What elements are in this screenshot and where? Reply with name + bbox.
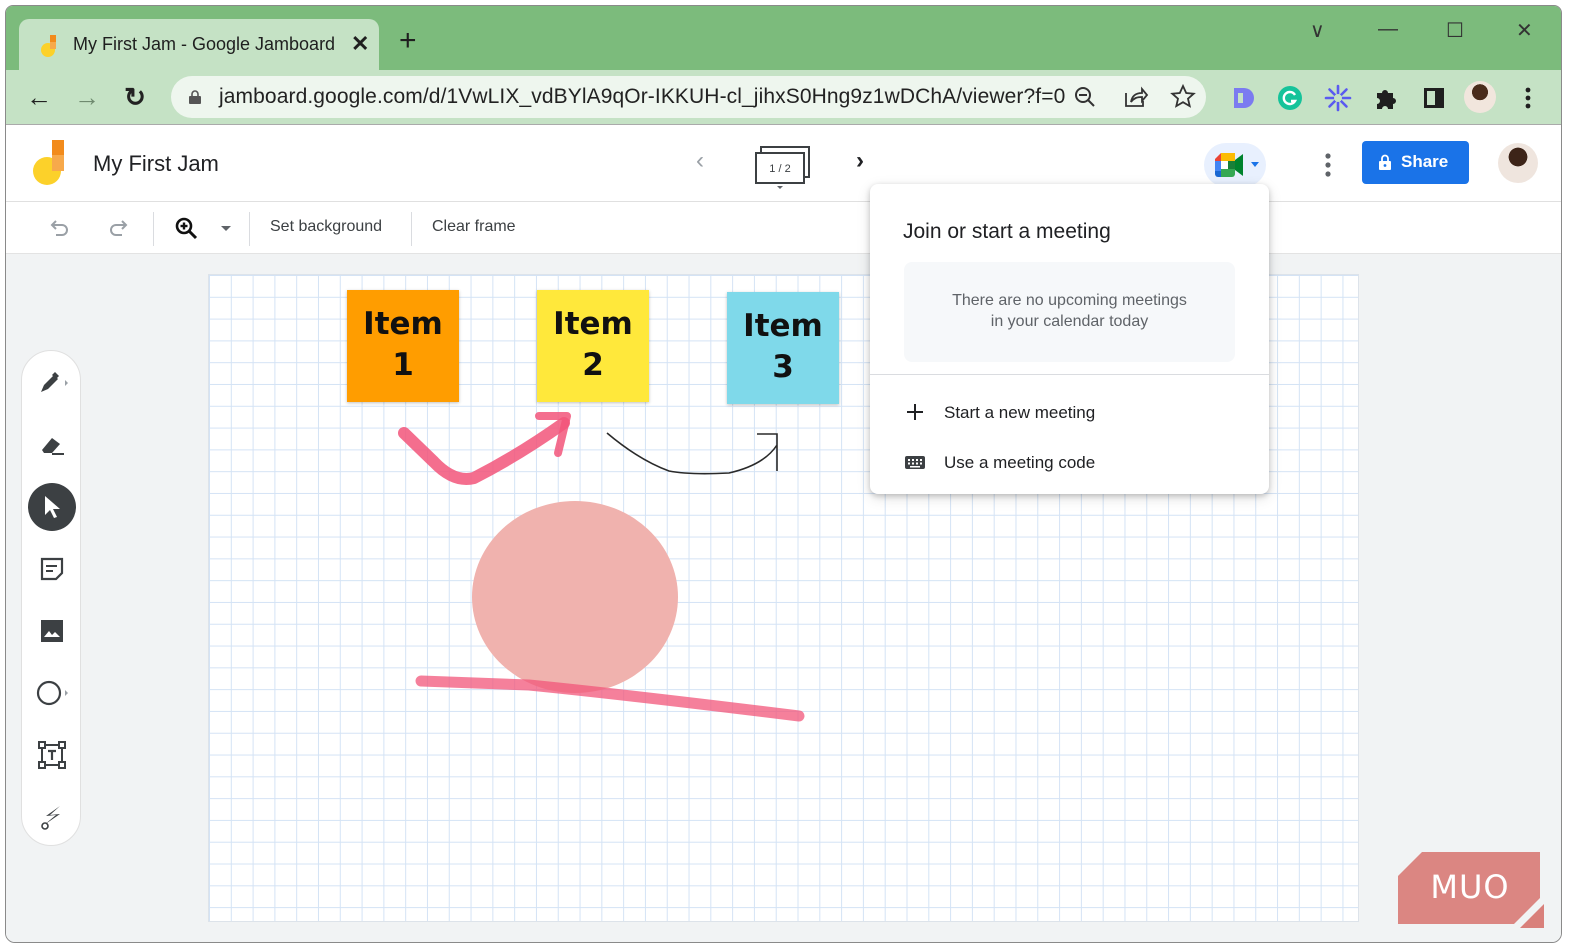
shape-tool[interactable] xyxy=(28,669,76,717)
sparkle-extension-icon[interactable] xyxy=(1324,84,1352,112)
google-meet-icon xyxy=(1215,153,1243,177)
share-page-icon[interactable] xyxy=(1121,83,1149,111)
account-avatar[interactable] xyxy=(1498,143,1538,183)
meet-popup-title: Join or start a meeting xyxy=(903,220,1111,243)
close-window-button[interactable]: ✕ xyxy=(1516,18,1533,43)
tab-title: My First Jam - Google Jamboard xyxy=(73,34,336,54)
watermark-text: MUO xyxy=(1430,868,1509,906)
reload-button[interactable]: ↻ xyxy=(120,82,150,112)
profile-avatar[interactable] xyxy=(1464,81,1496,113)
select-tool[interactable] xyxy=(28,483,76,531)
zoom-icon[interactable] xyxy=(1071,83,1099,111)
pen-tool[interactable] xyxy=(28,359,76,407)
eraser-icon xyxy=(42,438,64,455)
sticky-line: Item xyxy=(553,306,633,342)
browser-tab[interactable]: My First Jam - Google Jamboard ✕ xyxy=(19,19,379,71)
zoom-in-icon[interactable] xyxy=(174,216,198,240)
black-arrow-stroke[interactable] xyxy=(606,432,778,475)
back-button[interactable]: ← xyxy=(24,82,54,112)
meet-dropdown-caret-icon xyxy=(1251,162,1259,167)
puzzle-icon[interactable] xyxy=(1372,84,1400,112)
pen-icon xyxy=(41,372,68,392)
title-bar: My First Jam - Google Jamboard ✕ + ∨ — ☐… xyxy=(6,6,1561,71)
no-meetings-message: There are no upcoming meetings in your c… xyxy=(904,262,1235,362)
toolbar-divider xyxy=(249,212,250,246)
image-tool[interactable] xyxy=(28,607,76,655)
navigation-bar: ← → ↻ jamboard.google.com/d/1VwLIX_vdBYl… xyxy=(6,70,1561,125)
eraser-tool[interactable] xyxy=(28,421,76,469)
use-meeting-code-label: Use a meeting code xyxy=(944,453,1096,472)
laser-pointer-icon xyxy=(41,806,60,830)
kebab-menu-icon[interactable] xyxy=(1514,84,1542,112)
sticky-line: 2 xyxy=(582,347,604,383)
sticky-line: Item xyxy=(743,308,823,344)
url-text[interactable]: jamboard.google.com/d/1VwLIX_vdBYlA9qOr-… xyxy=(219,85,1065,109)
pink-line-stroke[interactable] xyxy=(415,675,805,722)
sticky-line: 1 xyxy=(392,347,414,383)
sticky-line: Item xyxy=(363,306,443,342)
no-meetings-line: in your calendar today xyxy=(990,313,1149,330)
jamboard-favicon-icon xyxy=(41,35,56,57)
share-label: Share xyxy=(1401,152,1449,171)
canvas-area: Item 1 Item 2 Item 3 xyxy=(6,254,1561,942)
sticky-note-tool[interactable] xyxy=(28,545,76,593)
text-box-tool[interactable] xyxy=(28,731,76,779)
meet-dropdown-menu: Join or start a meeting There are no upc… xyxy=(870,184,1269,494)
lock-icon xyxy=(1379,154,1391,170)
toolbar-divider xyxy=(153,212,154,246)
side-toolbar xyxy=(21,350,81,846)
clear-frame-button[interactable]: Clear frame xyxy=(432,218,516,236)
keyboard-icon xyxy=(905,456,925,469)
maximize-button[interactable]: ☐ xyxy=(1446,18,1464,43)
sticky-note[interactable]: Item 2 xyxy=(537,290,649,402)
cursor-arrow-icon xyxy=(45,496,60,518)
laser-tool[interactable] xyxy=(28,793,76,841)
menu-divider xyxy=(870,374,1269,375)
browser-window: My First Jam - Google Jamboard ✕ + ∨ — ☐… xyxy=(5,5,1562,943)
share-button[interactable]: Share xyxy=(1362,141,1469,184)
sticky-note[interactable]: Item 3 xyxy=(727,292,839,404)
previous-frame-button[interactable]: ‹ xyxy=(696,147,704,175)
use-meeting-code-item[interactable]: Use a meeting code xyxy=(870,440,1269,486)
start-new-meeting-item[interactable]: Start a new meeting xyxy=(870,390,1269,436)
frame-indicator: 1 / 2 xyxy=(769,163,790,175)
no-meetings-line: There are no upcoming meetings xyxy=(952,292,1187,309)
pink-arrow-stroke[interactable] xyxy=(398,417,570,485)
circle-shape-icon xyxy=(36,680,68,706)
new-tab-button[interactable]: + xyxy=(399,26,417,56)
start-new-meeting-label: Start a new meeting xyxy=(944,403,1096,422)
sticky-line: 3 xyxy=(772,349,794,385)
meet-button[interactable] xyxy=(1204,143,1266,187)
tab-search-icon[interactable]: ∨ xyxy=(1310,18,1325,43)
sticky-note-icon xyxy=(40,557,64,581)
zoom-dropdown-icon[interactable] xyxy=(214,216,238,240)
editing-toolbar: Set background Clear frame xyxy=(6,202,1561,254)
side-panel-icon[interactable] xyxy=(1420,84,1448,112)
muo-watermark-logo: MUO xyxy=(1398,852,1544,928)
minimize-button[interactable]: — xyxy=(1378,18,1398,41)
forward-button[interactable]: → xyxy=(72,82,102,112)
circle-shape[interactable] xyxy=(472,501,678,693)
jamboard-header: My First Jam ‹ 1 / 2 › Share xyxy=(6,125,1561,202)
toolbar-divider xyxy=(411,212,412,246)
pink-arrowhead-stroke[interactable] xyxy=(535,412,571,457)
d-extension-icon[interactable] xyxy=(1228,84,1256,112)
jam-title[interactable]: My First Jam xyxy=(93,151,219,177)
set-background-button[interactable]: Set background xyxy=(270,218,382,236)
next-frame-button[interactable]: › xyxy=(856,147,864,175)
tab-close-icon[interactable]: ✕ xyxy=(351,31,369,57)
redo-icon[interactable] xyxy=(106,216,130,240)
bookmark-star-icon[interactable] xyxy=(1169,83,1197,111)
sticky-note[interactable]: Item 1 xyxy=(347,290,459,402)
plus-icon xyxy=(907,404,923,420)
text-box-icon xyxy=(38,741,66,769)
more-options-icon[interactable] xyxy=(1316,150,1340,180)
lock-icon xyxy=(189,90,201,104)
image-icon xyxy=(41,620,63,642)
address-bar[interactable]: jamboard.google.com/d/1VwLIX_vdBYlA9qOr-… xyxy=(171,76,1206,118)
grammarly-icon[interactable] xyxy=(1276,84,1304,112)
undo-icon[interactable] xyxy=(48,216,72,240)
jamboard-logo-icon[interactable] xyxy=(32,140,66,186)
frame-bar-button[interactable]: 1 / 2 xyxy=(754,145,812,191)
